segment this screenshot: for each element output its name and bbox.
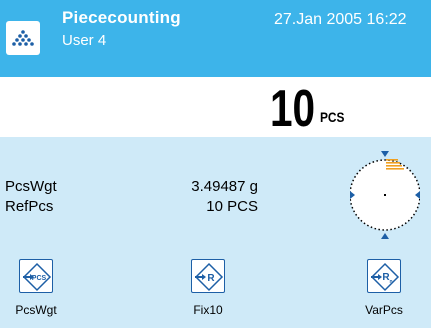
pcswgt-softkey-label: PcsWgt bbox=[15, 303, 57, 317]
info-label-refpcs: RefPcs bbox=[5, 198, 54, 215]
pcs-weight-key-icon: PCS bbox=[22, 262, 52, 292]
svg-text:R: R bbox=[207, 273, 215, 284]
info-label-pcswgt: PcsWgt bbox=[5, 178, 57, 195]
info-value-refpcs: 10 PCS bbox=[206, 198, 258, 215]
fix10-softkey[interactable]: R bbox=[191, 259, 225, 293]
fix10-softkey-label: Fix10 bbox=[193, 303, 223, 317]
variable-reference-key-icon: R n bbox=[370, 262, 400, 292]
svg-text:PCS: PCS bbox=[32, 275, 47, 282]
application-title: Piececounting bbox=[62, 8, 181, 27]
result-display: 10 PCS bbox=[0, 77, 431, 137]
pcswgt-softkey[interactable]: PCS bbox=[19, 259, 53, 293]
piece-count-unit: PCS bbox=[320, 109, 345, 125]
varpcs-softkey-label: VarPcs bbox=[365, 303, 403, 317]
piececounting-dots-icon[interactable] bbox=[6, 21, 40, 55]
piece-count-value: 10 bbox=[270, 80, 316, 138]
balance-screen: Piececounting User 4 27.Jan 2005 16:22 1… bbox=[0, 0, 431, 328]
info-value-pcswgt: 3.49487 g bbox=[191, 178, 258, 195]
user-name: User 4 bbox=[62, 32, 107, 49]
weighing-range-gauge bbox=[350, 151, 420, 239]
svg-text:n: n bbox=[389, 279, 392, 285]
header-bar: Piececounting User 4 27.Jan 2005 16:22 bbox=[0, 0, 431, 77]
date-time: 27.Jan 2005 16:22 bbox=[274, 11, 407, 28]
fix-reference-key-icon: R bbox=[194, 262, 224, 292]
varpcs-softkey[interactable]: R n bbox=[367, 259, 401, 293]
